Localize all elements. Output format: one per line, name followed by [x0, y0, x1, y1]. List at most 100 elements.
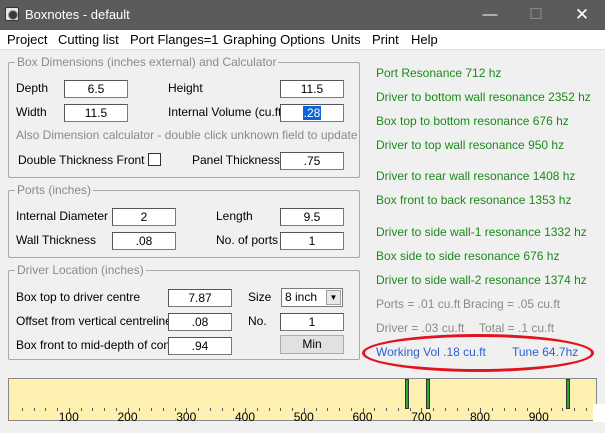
internal-volume-label: Internal Volume (cu.ft) [168, 105, 286, 119]
driver-top-input[interactable]: 7.87 [168, 289, 232, 307]
depth-label: Depth [16, 81, 49, 95]
graph-axis-label: 700 [411, 410, 432, 424]
graph-tick [280, 408, 282, 411]
graph-tick [92, 408, 94, 411]
resonance-spike [405, 379, 410, 409]
graph-axis-label: 900 [528, 410, 549, 424]
graph-tick [21, 408, 23, 411]
graph-axis-label: 200 [117, 410, 138, 424]
graph-axis-label: 100 [58, 410, 79, 424]
menu-print[interactable]: Print [372, 32, 399, 47]
graph-tick [209, 408, 211, 411]
chevron-down-icon[interactable]: ▼ [326, 290, 341, 305]
menu-bar: Project Cutting list Port Flanges=1 Grap… [0, 30, 605, 50]
offset-input[interactable]: .08 [168, 313, 232, 331]
box-dimensions-title: Box Dimensions (inches external) and Cal… [15, 55, 279, 69]
driver-size-value: 8 inch [285, 290, 318, 304]
front-to-cone-label: Box front to mid-depth of cone [16, 338, 177, 352]
panel-thickness-input[interactable]: .75 [280, 152, 344, 170]
graph-tick [456, 408, 458, 411]
menu-graphing-options[interactable]: Graphing Options [223, 32, 325, 47]
menu-cutting-list[interactable]: Cutting list [58, 32, 119, 47]
resonance-spike [566, 379, 571, 409]
internal-volume-input[interactable]: .28 [280, 104, 344, 122]
graph-scroll-corner [593, 404, 605, 422]
port-length-input[interactable]: 9.5 [280, 208, 344, 226]
menu-port-flanges[interactable]: Port Flanges=1 [130, 32, 219, 47]
driver-top-label: Box top to driver centre [16, 290, 141, 304]
driver-count-input[interactable]: 1 [280, 313, 344, 331]
driver-rear-resonance: Driver to rear wall resonance 1408 hz [376, 169, 576, 183]
ports-title: Ports (inches) [15, 183, 94, 197]
driver-size-label: Size [248, 290, 272, 304]
close-button[interactable]: ✕ [559, 0, 605, 30]
driver-size-select[interactable]: 8 inch ▼ [281, 288, 343, 307]
bracing-volume: Bracing = .05 cu.ft [463, 297, 561, 311]
graph-tick [515, 408, 517, 411]
maximize-button[interactable]: ☐ [513, 0, 559, 30]
total-volume: Total = .1 cu.ft [479, 321, 555, 335]
graph-tick [162, 408, 164, 411]
width-label: Width [16, 105, 47, 119]
title-bar: Boxnotes - default — ☐ ✕ [0, 0, 605, 30]
height-input[interactable]: 11.5 [280, 80, 344, 98]
side-side-resonance: Box side to side resonance 676 hz [376, 249, 560, 263]
graph-tick [45, 408, 47, 411]
graph-axis-label: 800 [469, 410, 491, 424]
width-input[interactable]: 11.5 [64, 104, 128, 122]
tune-frequency: Tune 64.7hz [512, 345, 579, 359]
offset-label: Offset from vertical centreline [16, 314, 172, 328]
port-length-label: Length [216, 209, 253, 223]
graph-tick [386, 408, 387, 411]
graph-tick [221, 408, 223, 411]
port-resonance: Port Resonance 712 hz [376, 66, 502, 80]
driver-location-title: Driver Location (inches) [15, 263, 146, 277]
panel-thickness-label: Panel Thickness [192, 153, 280, 167]
wall-thickness-input[interactable]: .08 [112, 232, 176, 250]
min-button[interactable]: Min [280, 335, 344, 354]
wall-thickness-label: Wall Thickness [16, 233, 97, 247]
graph-axis-label: 500 [293, 410, 314, 424]
graph-axis-label: 400 [234, 410, 256, 424]
graph-tick [585, 408, 587, 411]
graph-tick [503, 408, 505, 411]
app-icon[interactable] [5, 7, 19, 21]
depth-input[interactable]: 6.5 [64, 80, 128, 98]
height-label: Height [168, 81, 203, 95]
top-bottom-resonance: Box top to bottom resonance 676 hz [376, 114, 569, 128]
driver-side2-resonance: Driver to side wall-2 resonance 1374 hz [376, 273, 587, 287]
driver-side1-resonance: Driver to side wall-1 resonance 1332 hz [376, 225, 587, 239]
graph-tick [151, 408, 152, 411]
graph-tick [562, 408, 564, 411]
menu-help[interactable]: Help [411, 32, 438, 47]
menu-units[interactable]: Units [331, 32, 361, 47]
working-volume: Working Vol .18 cu.ft [376, 345, 486, 359]
internal-diameter-input[interactable]: 2 [112, 208, 176, 226]
minimize-button[interactable]: — [467, 0, 513, 30]
graph-tick [339, 408, 340, 411]
graph-tick [33, 408, 35, 411]
double-thickness-label: Double Thickness Front [18, 153, 145, 167]
graph-tick [104, 408, 105, 411]
graph-axis-label: 300 [176, 410, 197, 424]
driver-bottom-resonance: Driver to bottom wall resonance 2352 hz [376, 90, 591, 104]
driver-volume: Driver = .03 cu.ft [376, 321, 465, 335]
graph-tick [327, 408, 329, 411]
resonance-graph: 100 200 300 400 500 600 700 800 900 [8, 378, 597, 424]
graph-tick [268, 408, 270, 411]
port-count-label: No. of ports [216, 233, 279, 247]
menu-project[interactable]: Project [7, 32, 47, 47]
calculator-hint: Also Dimension calculator - double click… [16, 128, 358, 142]
driver-count-label: No. [248, 314, 267, 328]
graph-tick [444, 408, 446, 411]
driver-top-resonance: Driver to top wall resonance 950 hz [376, 138, 565, 152]
graph-tick [397, 408, 399, 411]
double-thickness-checkbox[interactable] [148, 153, 161, 166]
graph-tick [574, 408, 575, 411]
front-to-cone-input[interactable]: .94 [168, 337, 232, 355]
window-title: Boxnotes - default [25, 7, 130, 22]
ports-volume: Ports = .01 cu.ft [376, 297, 461, 311]
resonance-spike [426, 379, 431, 409]
port-count-input[interactable]: 1 [280, 232, 344, 250]
front-back-resonance: Box front to back resonance 1353 hz [376, 193, 572, 207]
